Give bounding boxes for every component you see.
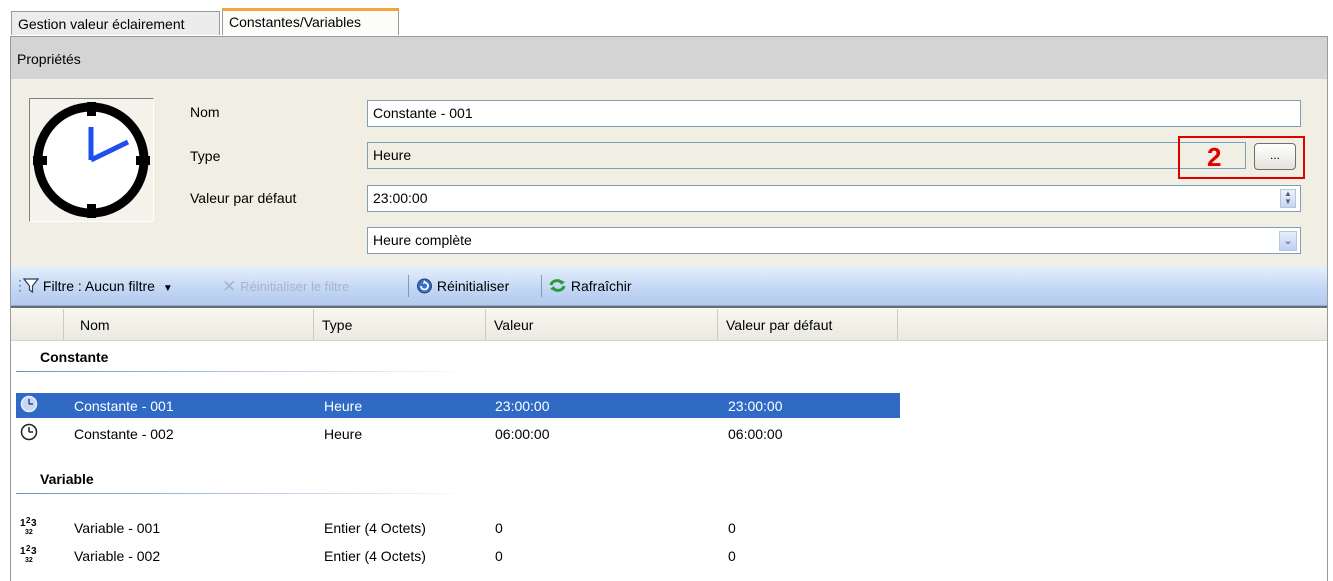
table-row[interactable]: 1 2 3 32 Variable - 001 Entier (4 Octets) 0… <box>16 515 900 540</box>
reset-button[interactable]: Réinitialiser <box>416 276 509 296</box>
grid-header: Nom Type Valeur Valeur par défaut <box>11 309 1327 341</box>
toolbar-separator <box>408 275 409 297</box>
time-format-value: Heure complète <box>373 232 472 248</box>
row-type: Heure <box>324 398 363 414</box>
filter-label: Filtre : Aucun filtre <box>42 278 155 294</box>
clock-preview <box>29 98 154 222</box>
column-header-valeur-par-defaut[interactable]: Valeur par défaut <box>717 309 897 340</box>
integer-icon: 1 2 332 <box>20 544 37 564</box>
tab-bar: Gestion valeur éclairement Constantes/Va… <box>0 0 1333 36</box>
svg-text:3: 3 <box>31 546 37 557</box>
row-name: Variable - 002 <box>74 548 161 564</box>
group-header-variable[interactable]: Variable <box>40 471 94 487</box>
row-name: Constante - 001 <box>74 398 174 414</box>
close-icon: ✕ <box>222 277 237 296</box>
integer-icon: 1 2 332 <box>20 516 37 536</box>
column-header-valeur[interactable]: Valeur <box>485 309 717 340</box>
tab-gestion-valeur-eclairement[interactable]: Gestion valeur éclairement <box>11 11 220 35</box>
group-divider <box>16 493 476 494</box>
reset-label: Réinitialiser <box>436 278 510 294</box>
row-name: Constante - 002 <box>74 426 174 442</box>
annotation-number: 2 <box>1207 142 1222 172</box>
refresh-button[interactable]: Rafraîchir <box>548 276 632 296</box>
group-header-constante[interactable]: Constante <box>40 349 108 365</box>
chevron-down-icon[interactable]: ⌄ <box>1279 231 1297 251</box>
caret-down-icon: ▼ <box>162 283 173 294</box>
column-divider <box>897 309 906 340</box>
clock-icon <box>20 395 38 413</box>
svg-text:3: 3 <box>31 518 37 529</box>
reset-icon <box>417 278 432 294</box>
row-value: 06:00:00 <box>495 426 550 442</box>
row-default: 23:00:00 <box>728 398 783 414</box>
row-type: Heure <box>324 426 363 442</box>
default-value-label: Valeur par défaut <box>190 190 297 206</box>
properties-header: Propriétés <box>11 37 1327 79</box>
filter-dropdown[interactable]: Filtre : Aucun filtre ▼ <box>22 276 173 299</box>
column-header-nom[interactable]: Nom <box>63 309 313 340</box>
spinner-arrows-icon[interactable]: ▲ ▼ <box>1280 189 1296 208</box>
type-label: Type <box>190 148 221 164</box>
column-header-label: Nom <box>80 317 110 333</box>
row-value: 23:00:00 <box>495 398 550 414</box>
tab-constantes-variables[interactable]: Constantes/Variables <box>222 8 399 35</box>
funnel-icon <box>22 278 40 294</box>
row-value: 0 <box>495 520 503 536</box>
name-label: Nom <box>190 104 220 120</box>
group-divider <box>16 371 476 372</box>
svg-text:32: 32 <box>25 529 33 536</box>
default-value-text: 23:00:00 <box>373 190 428 206</box>
clock-icon <box>20 423 38 441</box>
clock-icon <box>33 102 150 218</box>
column-header-type[interactable]: Type <box>313 309 485 340</box>
default-value-field[interactable]: 23:00:00 ▲ ▼ <box>367 185 1301 212</box>
type-field: Heure <box>367 142 1246 169</box>
row-type: Entier (4 Octets) <box>324 548 426 564</box>
reset-filter-button[interactable]: ✕ Réinitialiser le filtre <box>222 276 349 297</box>
refresh-icon <box>549 279 566 292</box>
name-field[interactable]: Constante - 001 <box>367 100 1301 127</box>
time-format-select[interactable]: Heure complète ⌄ <box>367 227 1301 254</box>
toolbar: ⋮ Filtre : Aucun filtre ▼ ✕ Réinitialise… <box>11 266 1327 306</box>
table-row[interactable]: Constante - 001 Heure 23:00:00 23:00:00 <box>16 393 900 418</box>
row-name: Variable - 001 <box>74 520 161 536</box>
row-default: 0 <box>728 548 736 564</box>
row-default: 0 <box>728 520 736 536</box>
refresh-label: Rafraîchir <box>570 278 632 294</box>
svg-text:32: 32 <box>25 557 33 564</box>
table-row[interactable]: Constante - 002 Heure 06:00:00 06:00:00 <box>16 421 900 446</box>
properties-title: Propriétés <box>17 51 81 67</box>
row-type: Entier (4 Octets) <box>324 520 426 536</box>
toolbar-separator <box>541 275 542 297</box>
row-default: 06:00:00 <box>728 426 783 442</box>
annotation-box <box>1178 136 1305 179</box>
reset-filter-label: Réinitialiser le filtre <box>240 279 350 294</box>
table-row[interactable]: 1 2 3 32 Variable - 002 Entier (4 Octets) 0… <box>16 543 900 568</box>
row-value: 0 <box>495 548 503 564</box>
